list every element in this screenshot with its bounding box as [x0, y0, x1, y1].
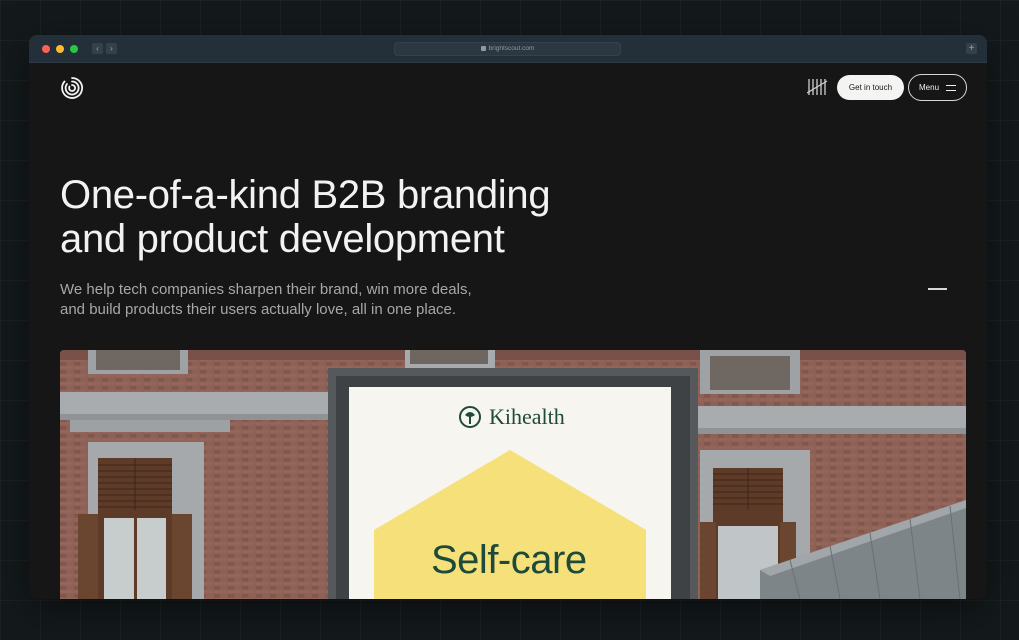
url-text: brightscout.com [488, 45, 535, 52]
hero-title-line-2: and product development [60, 217, 505, 261]
hamburger-icon [946, 85, 956, 91]
forward-arrow-icon[interactable]: › [106, 43, 117, 54]
back-arrow-icon[interactable]: ‹ [92, 43, 103, 54]
new-tab-icon[interactable]: + [966, 43, 977, 54]
awwwards-icon[interactable] [807, 77, 829, 97]
scroll-indicator [928, 288, 947, 290]
hero-subtitle: We help tech companies sharpen their bra… [60, 280, 530, 320]
address-bar[interactable]: brightscout.com [394, 42, 621, 56]
minimize-window-button[interactable] [56, 45, 64, 53]
billboard-brand-text: Kihealth [489, 404, 565, 429]
get-in-touch-button[interactable]: Get in touch [837, 75, 904, 100]
hero-title: One-of-a-kind B2B branding and product d… [60, 173, 620, 261]
lock-icon [480, 45, 486, 51]
browser-window: ‹ › brightscout.com + Get in touch Menu … [29, 35, 987, 599]
menu-button[interactable]: Menu [908, 74, 967, 101]
hero-subtitle-line-2: and build products their users actually … [60, 301, 457, 318]
hero-image: Kihealth Self-care [60, 350, 966, 599]
menu-label: Menu [919, 83, 940, 92]
billboard-headline-text: Self-care [431, 538, 587, 582]
hero-subtitle-line-1: We help tech companies sharpen their bra… [60, 281, 472, 298]
close-window-button[interactable] [42, 45, 50, 53]
website-page: Get in touch Menu One-of-a-kind B2B bran… [29, 63, 987, 599]
browser-toolbar: ‹ › brightscout.com + [29, 35, 987, 63]
maximize-window-button[interactable] [70, 45, 78, 53]
spiral-logo-icon[interactable] [60, 76, 84, 100]
hero-title-line-1: One-of-a-kind B2B branding [60, 173, 551, 217]
